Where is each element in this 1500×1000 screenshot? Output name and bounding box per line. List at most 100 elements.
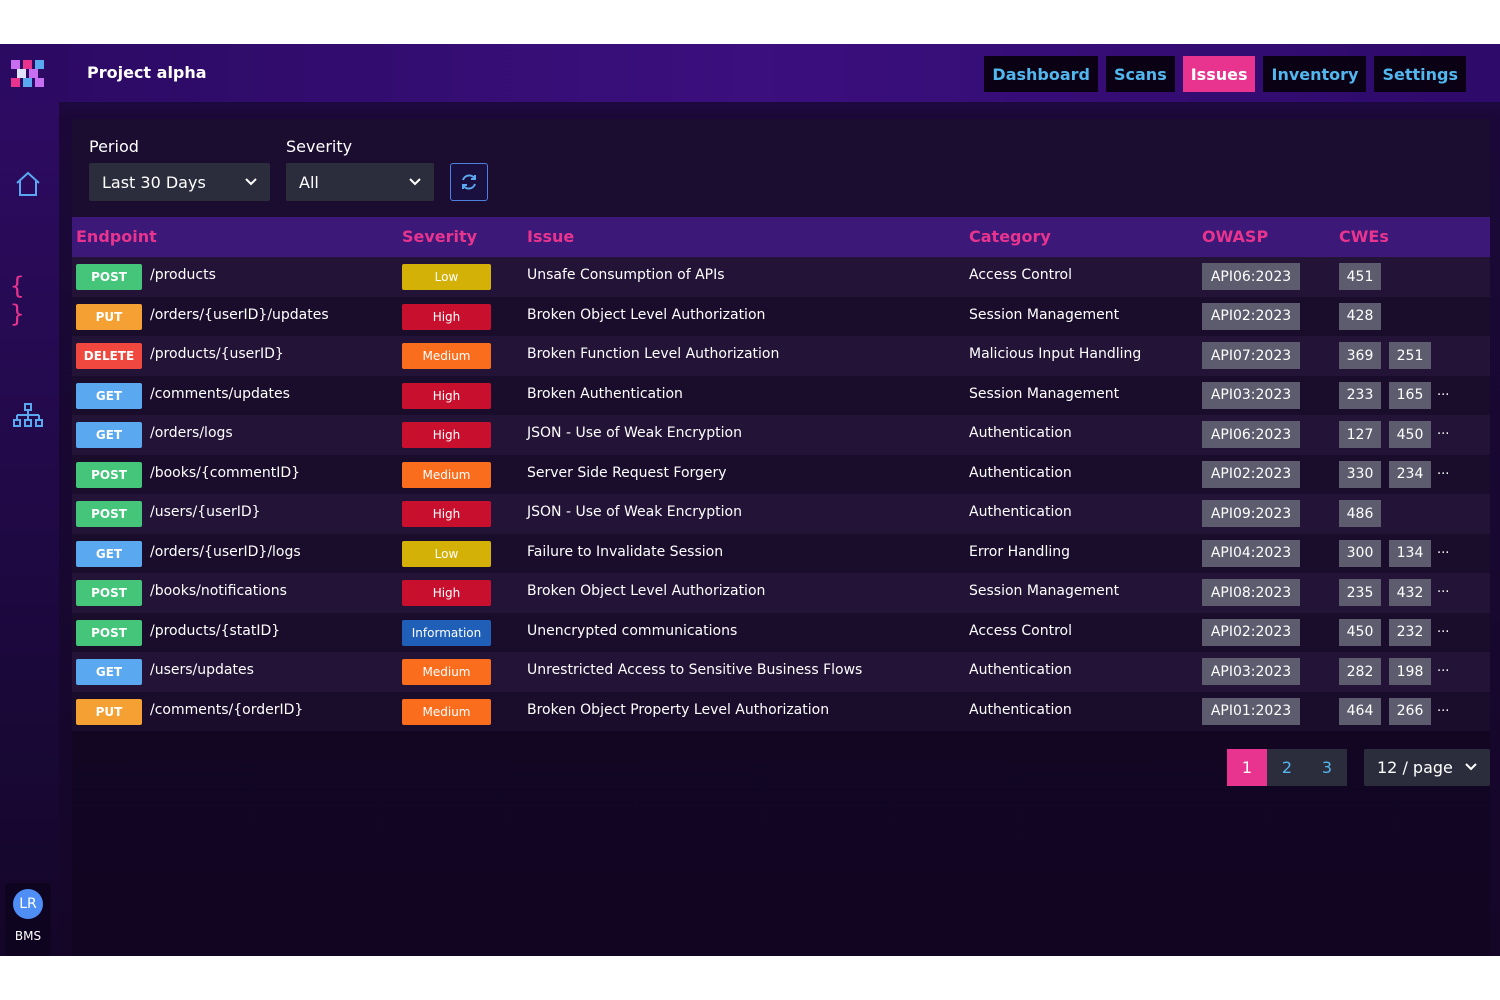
issue-name[interactable]: Broken Object Property Level Authorizati… bbox=[527, 702, 829, 718]
cwe-badge[interactable]: 451 bbox=[1339, 263, 1381, 290]
network-tree-icon[interactable] bbox=[10, 398, 46, 434]
column-header-issue[interactable]: Issue bbox=[527, 227, 574, 246]
owasp-badge[interactable]: API02:2023 bbox=[1202, 460, 1300, 488]
cwe-badge[interactable]: 234 bbox=[1389, 460, 1431, 488]
cwe-badge[interactable]: 233 bbox=[1339, 381, 1381, 409]
endpoint-path[interactable]: /users/updates bbox=[150, 662, 254, 678]
endpoint-path[interactable]: /products/{userID} bbox=[150, 346, 284, 362]
owasp-badge[interactable]: API09:2023 bbox=[1202, 500, 1300, 527]
column-header-category[interactable]: Category bbox=[969, 227, 1051, 246]
table-row[interactable]: PUT/comments/{orderID} Medium Broken Objec… bbox=[72, 691, 1490, 731]
cwe-badge[interactable]: 251 bbox=[1389, 342, 1431, 369]
refresh-button[interactable] bbox=[450, 163, 488, 201]
cwe-badge[interactable]: 232 bbox=[1389, 618, 1431, 646]
app-logo-icon[interactable] bbox=[11, 60, 44, 93]
cwe-badge[interactable]: 369 bbox=[1339, 342, 1381, 369]
table-row[interactable]: POST/products Low Unsafe Consumption of AP… bbox=[72, 257, 1490, 297]
owasp-badge[interactable]: API08:2023 bbox=[1202, 579, 1300, 606]
issue-name[interactable]: Unencrypted communications bbox=[527, 623, 737, 639]
table-row[interactable]: DELETE/products/{userID} Medium Broken Fun… bbox=[72, 336, 1490, 376]
owasp-badge[interactable]: API06:2023 bbox=[1202, 421, 1300, 448]
owasp-badge[interactable]: API07:2023 bbox=[1202, 342, 1300, 369]
more-cwes-indicator[interactable]: ... bbox=[1437, 581, 1449, 596]
page-button-2[interactable]: 2 bbox=[1267, 749, 1307, 786]
table-row[interactable]: GET/orders/{userID}/logs Low Failure to In… bbox=[72, 533, 1490, 573]
cwe-badge[interactable]: 235 bbox=[1339, 579, 1381, 606]
endpoint-path[interactable]: /orders/logs bbox=[150, 425, 233, 441]
issue-name[interactable]: Failure to Invalidate Session bbox=[527, 544, 723, 560]
endpoint-path[interactable]: /products/{statID} bbox=[150, 623, 280, 639]
cwe-badge[interactable]: 464 bbox=[1339, 697, 1381, 725]
endpoint-path[interactable]: /comments/{orderID} bbox=[150, 702, 303, 718]
issue-name[interactable]: Server Side Request Forgery bbox=[527, 465, 727, 481]
table-row[interactable]: PUT/orders/{userID}/updates High Broken Ob… bbox=[72, 296, 1490, 336]
cwe-badge[interactable]: 300 bbox=[1339, 539, 1381, 567]
severity-select[interactable]: All bbox=[286, 163, 434, 201]
more-cwes-indicator[interactable]: ... bbox=[1437, 542, 1449, 557]
issue-name[interactable]: Broken Function Level Authorization bbox=[527, 346, 779, 362]
tab-inventory[interactable]: Inventory bbox=[1263, 56, 1367, 92]
column-header-endpoint[interactable]: Endpoint bbox=[76, 227, 157, 246]
owasp-badge[interactable]: API02:2023 bbox=[1202, 302, 1300, 330]
table-row[interactable]: POST/users/{userID} High JSON - Use of Wea… bbox=[72, 494, 1490, 534]
owasp-badge[interactable]: API01:2023 bbox=[1202, 697, 1300, 725]
cwe-badge[interactable]: 450 bbox=[1389, 421, 1431, 448]
owasp-badge[interactable]: API03:2023 bbox=[1202, 381, 1300, 409]
column-header-cwes[interactable]: CWEs bbox=[1339, 227, 1389, 246]
table-row[interactable]: GET/comments/updates High Broken Authentic… bbox=[72, 375, 1490, 415]
more-cwes-indicator[interactable]: ... bbox=[1437, 621, 1449, 636]
tab-issues[interactable]: Issues bbox=[1182, 56, 1256, 92]
user-menu[interactable]: LR BMS bbox=[5, 883, 51, 956]
more-cwes-indicator[interactable]: ... bbox=[1437, 660, 1449, 675]
more-cwes-indicator[interactable]: ... bbox=[1437, 423, 1449, 438]
period-select[interactable]: Last 30 Days bbox=[89, 163, 270, 201]
issue-name[interactable]: Broken Object Level Authorization bbox=[527, 583, 765, 599]
cwe-badge[interactable]: 450 bbox=[1339, 618, 1381, 646]
column-header-severity[interactable]: Severity bbox=[402, 227, 477, 246]
owasp-badge[interactable]: API03:2023 bbox=[1202, 658, 1300, 685]
table-row[interactable]: POST/books/notifications High Broken Objec… bbox=[72, 573, 1490, 613]
endpoint-path[interactable]: /orders/{userID}/logs bbox=[150, 544, 301, 560]
cwe-badge[interactable]: 165 bbox=[1389, 381, 1431, 409]
tab-dashboard[interactable]: Dashboard bbox=[984, 56, 1098, 92]
more-cwes-indicator[interactable]: ... bbox=[1437, 700, 1449, 715]
tab-settings[interactable]: Settings bbox=[1374, 56, 1466, 92]
endpoint-path[interactable]: /products bbox=[150, 267, 216, 283]
cwe-badge[interactable]: 428 bbox=[1339, 302, 1381, 330]
issue-name[interactable]: Broken Authentication bbox=[527, 386, 683, 402]
page-size-select[interactable]: 12 / page bbox=[1364, 749, 1490, 786]
more-cwes-indicator[interactable]: ... bbox=[1437, 384, 1449, 399]
cwe-badge[interactable]: 134 bbox=[1389, 539, 1431, 567]
cwe-badge[interactable]: 198 bbox=[1389, 658, 1431, 685]
owasp-badge[interactable]: API02:2023 bbox=[1202, 618, 1300, 646]
endpoint-path[interactable]: /comments/updates bbox=[150, 386, 290, 402]
table-row[interactable]: POST/products/{statID} Information Unencry… bbox=[72, 612, 1490, 652]
more-cwes-indicator[interactable]: ... bbox=[1437, 463, 1449, 478]
endpoint-path[interactable]: /orders/{userID}/updates bbox=[150, 307, 329, 323]
page-button-3[interactable]: 3 bbox=[1307, 749, 1347, 786]
issue-name[interactable]: JSON - Use of Weak Encryption bbox=[527, 504, 742, 520]
issue-name[interactable]: JSON - Use of Weak Encryption bbox=[527, 425, 742, 441]
page-button-1[interactable]: 1 bbox=[1227, 749, 1267, 786]
issue-name[interactable]: Unsafe Consumption of APIs bbox=[527, 267, 725, 283]
issue-name[interactable]: Unrestricted Access to Sensitive Busines… bbox=[527, 662, 862, 678]
table-row[interactable]: POST/books/{commentID} Medium Server Side … bbox=[72, 454, 1490, 494]
tab-scans[interactable]: Scans bbox=[1106, 56, 1175, 92]
table-row[interactable]: GET/users/updates Medium Unrestricted Acce… bbox=[72, 652, 1490, 692]
cwe-badge[interactable]: 330 bbox=[1339, 460, 1381, 488]
endpoint-path[interactable]: /books/{commentID} bbox=[150, 465, 300, 481]
cwe-badge[interactable]: 127 bbox=[1339, 421, 1381, 448]
cwe-badge[interactable]: 282 bbox=[1339, 658, 1381, 685]
code-braces-icon[interactable]: { } bbox=[10, 272, 46, 328]
cwe-badge[interactable]: 486 bbox=[1339, 500, 1381, 527]
home-icon[interactable] bbox=[10, 166, 46, 202]
table-row[interactable]: GET/orders/logs High JSON - Use of Weak En… bbox=[72, 415, 1490, 455]
column-header-owasp[interactable]: OWASP bbox=[1202, 227, 1268, 246]
owasp-badge[interactable]: API06:2023 bbox=[1202, 263, 1300, 290]
endpoint-path[interactable]: /books/notifications bbox=[150, 583, 287, 599]
owasp-badge[interactable]: API04:2023 bbox=[1202, 539, 1300, 567]
cwe-badge[interactable]: 432 bbox=[1389, 579, 1431, 606]
endpoint-path[interactable]: /users/{userID} bbox=[150, 504, 261, 520]
issue-name[interactable]: Broken Object Level Authorization bbox=[527, 307, 765, 323]
cwe-badge[interactable]: 266 bbox=[1389, 697, 1431, 725]
